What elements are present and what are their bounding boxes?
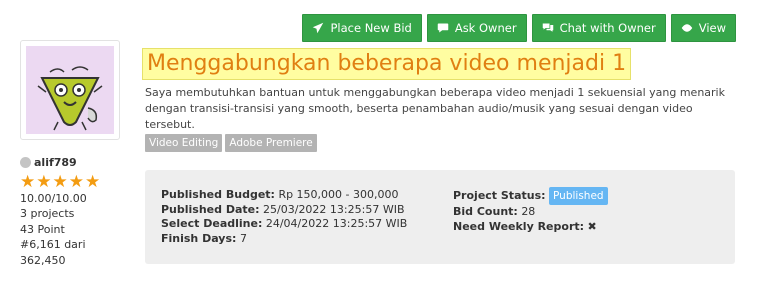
place-new-bid-button[interactable]: Place New Bid bbox=[302, 14, 422, 42]
finish-days-value: 7 bbox=[239, 231, 247, 245]
star-icon: ★ bbox=[68, 171, 85, 192]
published-budget-row: Published Budget: Rp 150,000 - 300,000 bbox=[161, 188, 407, 203]
details-right-column: Project Status: Published Bid Count: 28 … bbox=[453, 186, 608, 234]
project-description: Saya membutuhkan bantuan untuk menggabun… bbox=[145, 86, 725, 131]
owner-projects: 3 projects bbox=[20, 207, 75, 220]
star-icon: ★ bbox=[36, 171, 53, 192]
published-date-row: Published Date: 25/03/2022 13:25:57 WIB bbox=[161, 203, 407, 218]
close-icon: ✖ bbox=[587, 219, 597, 233]
place-new-bid-label: Place New Bid bbox=[330, 21, 412, 35]
paper-plane-icon bbox=[313, 22, 324, 34]
bid-count-row: Bid Count: 28 bbox=[453, 205, 608, 220]
owner-info: alif789 ★★★★★ 10.00/10.00 3 projects 43 … bbox=[20, 155, 101, 268]
action-bar: Place New Bid Ask Owner Chat with Owner … bbox=[302, 14, 736, 42]
details-left-column: Published Budget: Rp 150,000 - 300,000 P… bbox=[161, 188, 407, 246]
owner-rank-total: 362,450 bbox=[20, 253, 66, 267]
project-details-panel: Published Budget: Rp 150,000 - 300,000 P… bbox=[145, 170, 735, 264]
select-deadline-row: Select Deadline: 24/04/2022 13:25:57 WIB bbox=[161, 217, 407, 232]
chat-with-owner-label: Chat with Owner bbox=[559, 21, 656, 35]
owner-rating: 10.00/10.00 bbox=[20, 191, 87, 205]
published-budget-value: Rp 150,000 - 300,000 bbox=[278, 188, 399, 201]
tag-video-editing[interactable]: Video Editing bbox=[145, 134, 223, 152]
project-status-row: Project Status: Published bbox=[453, 186, 608, 205]
bid-count-value: 28 bbox=[521, 205, 536, 218]
finish-days-label: Finish Days: bbox=[161, 231, 237, 245]
published-budget-label: Published Budget: bbox=[161, 188, 275, 201]
ask-owner-label: Ask Owner bbox=[454, 21, 517, 35]
bid-count-label: Bid Count: bbox=[453, 205, 518, 218]
avatar-image bbox=[26, 46, 114, 134]
rating-stars: ★★★★★ bbox=[20, 173, 101, 191]
owner-name-row: alif789 bbox=[20, 155, 101, 171]
view-label: View bbox=[698, 21, 726, 35]
finish-days-row: Finish Days: 7 bbox=[161, 232, 407, 247]
chat-with-owner-button[interactable]: Chat with Owner bbox=[531, 14, 666, 42]
published-date-value: 25/03/2022 13:25:57 WIB bbox=[263, 202, 405, 216]
published-date-label: Published Date: bbox=[161, 202, 260, 216]
star-icon: ★ bbox=[52, 171, 69, 192]
monster-mascot-icon bbox=[37, 66, 103, 131]
project-tags: Video Editing Adobe Premiere bbox=[145, 134, 317, 152]
tag-adobe-premiere[interactable]: Adobe Premiere bbox=[225, 134, 317, 152]
project-status-label: Project Status: bbox=[453, 189, 546, 202]
project-title[interactable]: Menggabungkan beberapa video menjadi 1 bbox=[142, 48, 632, 80]
speech-bubble-icon bbox=[437, 23, 449, 33]
owner-username-link[interactable]: alif789 bbox=[34, 155, 77, 171]
owner-avatar[interactable] bbox=[20, 40, 120, 140]
status-badge: Published bbox=[549, 187, 608, 205]
weekly-report-row: Need Weekly Report: ✖ bbox=[453, 220, 608, 235]
select-deadline-label: Select Deadline: bbox=[161, 217, 263, 230]
owner-points: 43 Point bbox=[20, 222, 65, 236]
ask-owner-button[interactable]: Ask Owner bbox=[426, 14, 527, 42]
star-icon: ★ bbox=[85, 171, 102, 192]
star-icon: ★ bbox=[20, 171, 37, 192]
owner-rank: #6,161 dari bbox=[20, 238, 86, 251]
select-deadline-value: 24/04/2022 13:25:57 WIB bbox=[265, 217, 408, 230]
eye-icon bbox=[681, 24, 692, 32]
weekly-report-label: Need Weekly Report: bbox=[453, 219, 585, 233]
chat-bubbles-icon bbox=[542, 23, 553, 32]
online-status-icon bbox=[20, 157, 31, 169]
view-button[interactable]: View bbox=[670, 14, 736, 42]
